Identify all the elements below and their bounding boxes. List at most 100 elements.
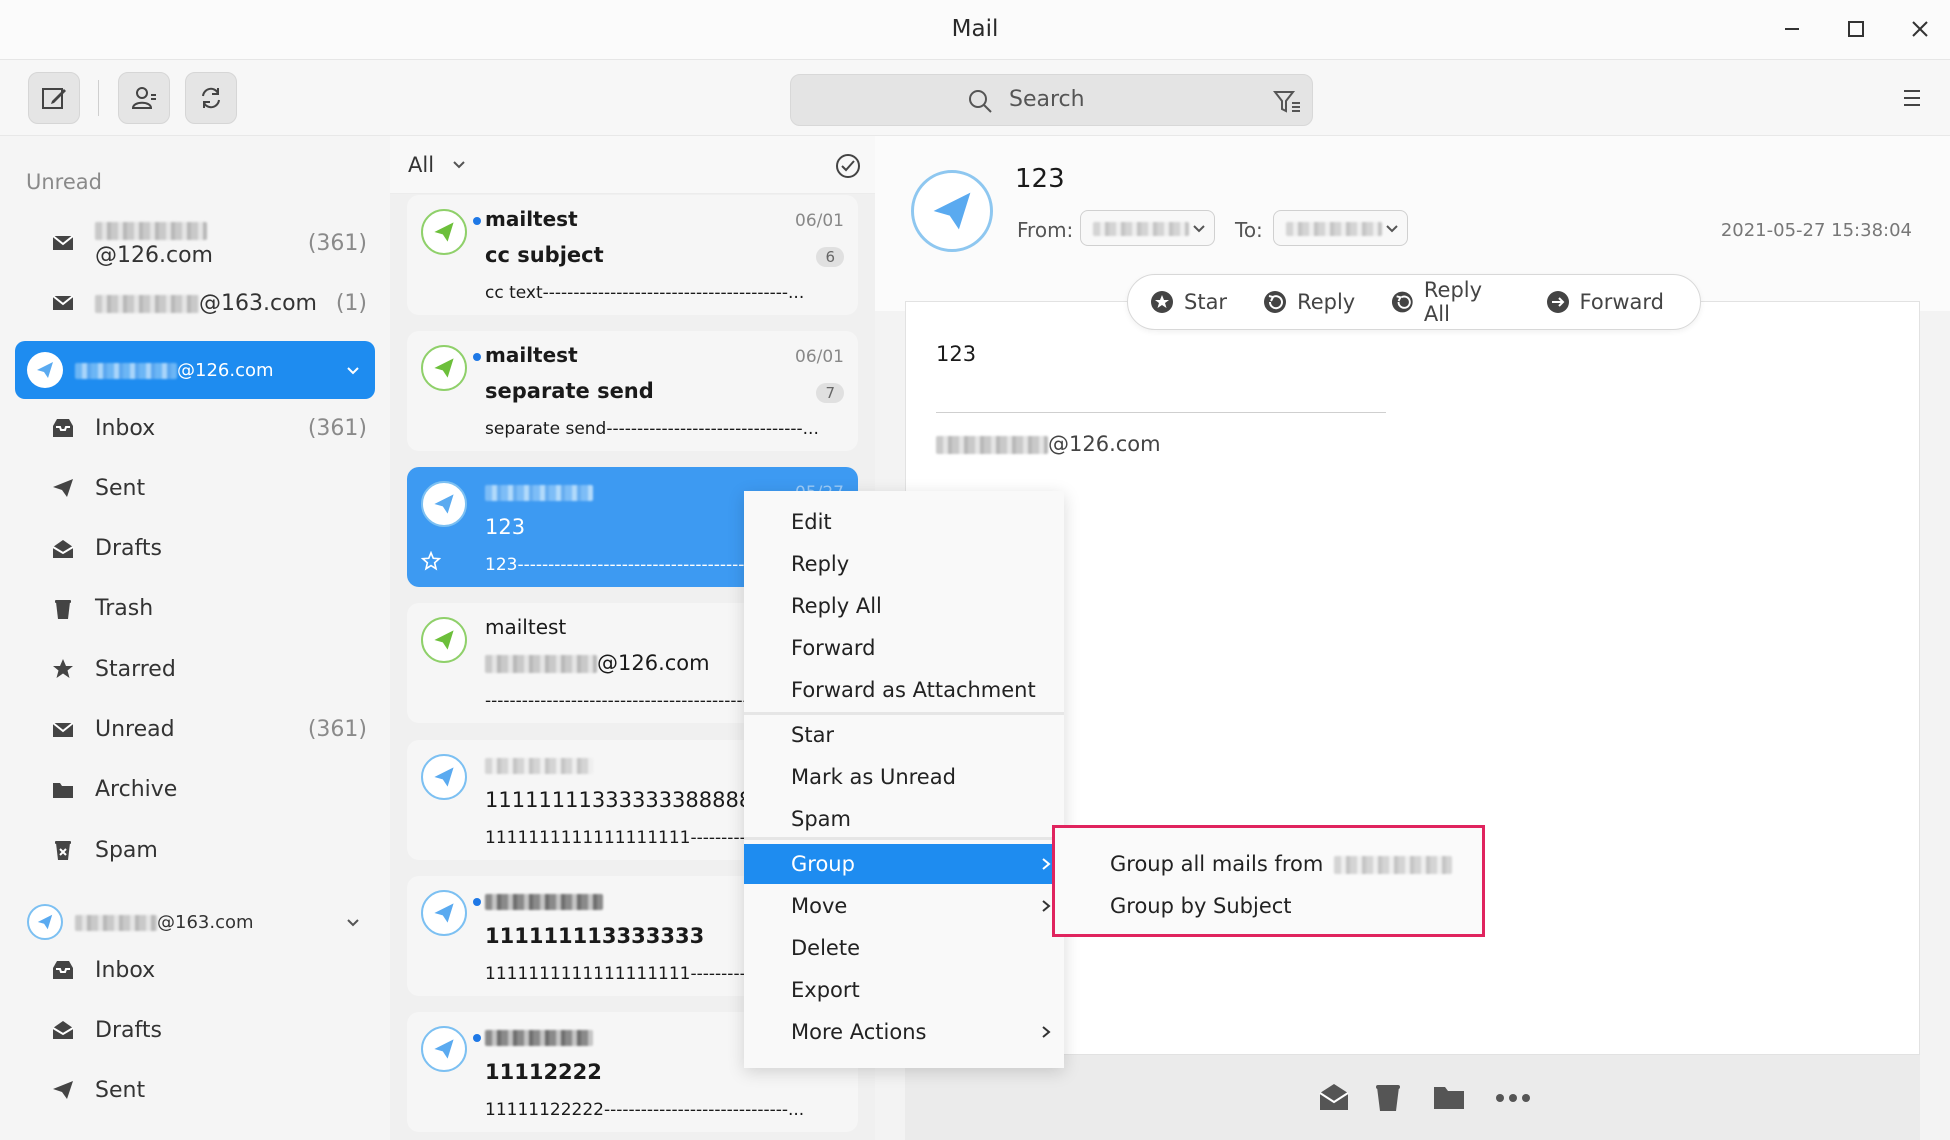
sender-avatar	[421, 209, 467, 255]
reply-all-action-label: Reply All	[1423, 278, 1483, 326]
sidebar-section-label: Unread	[26, 170, 102, 194]
sidebar-item-label: Inbox	[95, 415, 156, 441]
redacted-name	[95, 294, 199, 313]
mail-from: mailtest	[485, 207, 578, 231]
menu-item-forward-as-attachment[interactable]: Forward as Attachment	[744, 670, 1064, 710]
submenu-item-label: Group all mails from	[1110, 852, 1324, 876]
unread-dot	[473, 353, 481, 361]
chevron-down-icon	[1386, 225, 1398, 233]
signature-divider	[936, 412, 1386, 413]
forward-action-button[interactable]: Forward	[1546, 290, 1664, 314]
menu-item-group[interactable]: Group	[744, 844, 1064, 884]
menu-item-label: Export	[791, 978, 860, 1002]
compose-button[interactable]	[28, 72, 80, 124]
refresh-button[interactable]	[185, 72, 237, 124]
sidebar-item-sent[interactable]: Sent	[15, 459, 375, 517]
submenu-item-group-by-sender[interactable]: Group all mails from	[1110, 852, 1452, 876]
body-text: 123	[936, 342, 977, 366]
menu-item-forward[interactable]: Forward	[744, 628, 1064, 668]
unread-account-1[interactable]: @126.com (361)	[15, 214, 375, 272]
menu-item-move[interactable]: Move	[744, 886, 1064, 926]
redacted-name	[95, 222, 207, 240]
sidebar-item-inbox-2[interactable]: Inbox	[15, 941, 375, 999]
active-account[interactable]: @126.com	[15, 341, 375, 399]
signature-domain: @126.com	[1048, 432, 1161, 456]
sidebar-item-label: Inbox	[95, 957, 156, 983]
mail-preview: separate send---------------------------…	[485, 419, 819, 439]
close-button[interactable]	[1900, 12, 1940, 46]
mark-read-icon[interactable]	[1318, 1081, 1350, 1113]
mail-list-item[interactable]: mailtest 06/01 cc subject 6 cc text---------…	[407, 195, 858, 315]
sidebar-item-sent-2[interactable]: Sent	[15, 1061, 375, 1119]
sidebar-item-unread[interactable]: Unread (361)	[15, 701, 375, 759]
trash-icon[interactable]	[1372, 1081, 1404, 1113]
spam-icon	[43, 839, 83, 861]
select-all-icon[interactable]	[834, 152, 862, 180]
sidebar-item-trash[interactable]: Trash	[15, 580, 375, 638]
chevron-right-icon	[1042, 858, 1051, 870]
thread-count-badge: 6	[816, 247, 844, 267]
menu-item-star[interactable]: Star	[744, 715, 1064, 755]
trash-icon	[43, 598, 83, 620]
from-dropdown[interactable]	[1080, 210, 1215, 246]
menu-item-more-actions[interactable]: More Actions	[744, 1012, 1064, 1052]
star-outline-icon[interactable]	[421, 551, 441, 571]
folder-icon[interactable]	[1432, 1081, 1466, 1113]
mail-date: 06/01	[795, 347, 844, 367]
mail-action-bar: Star Reply Reply All Forward	[1127, 274, 1701, 330]
chevron-down-icon[interactable]	[345, 362, 361, 378]
menu-item-label: Reply	[791, 552, 850, 576]
unread-account-2[interactable]: @163.com (1)	[15, 274, 375, 332]
menu-item-reply[interactable]: Reply	[744, 544, 1064, 584]
sidebar-item-spam[interactable]: Spam	[15, 821, 375, 879]
mail-list-item[interactable]: mailtest 06/01 separate send 7 separate send…	[407, 331, 858, 451]
submenu-item-group-by-subject[interactable]: Group by Subject	[1110, 894, 1292, 918]
unread-icon	[43, 294, 83, 312]
menu-item-export[interactable]: Export	[744, 970, 1064, 1010]
sidebar-item-count: (361)	[307, 717, 367, 742]
sender-avatar	[421, 345, 467, 391]
sidebar-item-drafts-2[interactable]: Drafts	[15, 1001, 375, 1059]
menu-item-spam[interactable]: Spam	[744, 799, 1064, 839]
sender-avatar	[421, 754, 467, 800]
maximize-button[interactable]	[1836, 12, 1876, 46]
reply-all-action-button[interactable]: Reply All	[1391, 278, 1509, 326]
mail-subject: separate send	[485, 379, 654, 403]
sidebar-item-label: Drafts	[95, 536, 162, 562]
chevron-down-icon[interactable]	[345, 914, 361, 930]
filter-icon[interactable]	[1273, 89, 1301, 115]
sidebar-item-count: (361)	[307, 415, 367, 441]
menu-item-label: Mark as Unread	[791, 765, 956, 789]
search-input[interactable]: Search	[790, 74, 1313, 126]
sidebar-item-label: Starred	[95, 656, 176, 682]
sender-avatar	[421, 1026, 467, 1072]
list-filter-dropdown[interactable]: All	[408, 153, 434, 177]
contacts-button[interactable]	[118, 72, 170, 124]
menu-item-edit[interactable]: Edit	[744, 502, 1064, 542]
menu-item-label: Edit	[791, 510, 832, 534]
menu-item-reply-all[interactable]: Reply All	[744, 586, 1064, 626]
star-action-button[interactable]: Star	[1150, 290, 1227, 314]
to-dropdown[interactable]	[1273, 210, 1408, 246]
mail-from-redacted	[485, 752, 593, 776]
reply-action-button[interactable]: Reply	[1263, 290, 1355, 314]
menu-item-mark-as-unread[interactable]: Mark as Unread	[744, 757, 1064, 797]
group-submenu: Group all mails from Group by Subject	[1052, 825, 1485, 937]
sidebar-item-label: Spam	[95, 837, 158, 863]
redacted-name	[75, 914, 157, 931]
account-domain: @126.com	[177, 359, 274, 381]
sidebar-item-archive[interactable]: Archive	[15, 761, 375, 819]
chevron-down-icon[interactable]	[452, 158, 466, 172]
more-icon[interactable]	[1495, 1093, 1531, 1103]
star-action-label: Star	[1184, 290, 1228, 314]
sidebar-item-drafts[interactable]: Drafts	[15, 520, 375, 578]
sidebar-item-label: Sent	[95, 1077, 146, 1103]
main-menu-button[interactable]	[1902, 88, 1922, 112]
inbox-icon	[43, 960, 83, 980]
minimize-button[interactable]	[1772, 12, 1812, 46]
mail-subject: @126.com	[485, 651, 710, 675]
redacted-name	[1093, 222, 1189, 236]
sidebar-item-starred[interactable]: Starred	[15, 640, 375, 698]
menu-item-delete[interactable]: Delete	[744, 928, 1064, 968]
sidebar-item-inbox[interactable]: Inbox (361)	[15, 399, 375, 457]
